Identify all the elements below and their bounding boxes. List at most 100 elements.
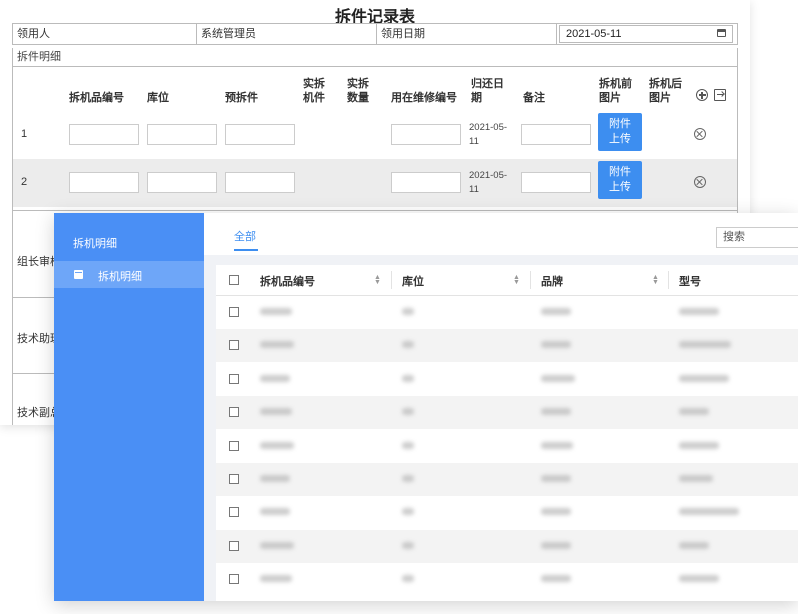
redacted-cell	[402, 308, 414, 315]
redacted-cell	[402, 374, 414, 382]
redacted-cell	[260, 374, 290, 382]
location-input[interactable]	[147, 172, 217, 193]
sidebar-item-disassembly[interactable]: 拆机明细	[54, 261, 204, 288]
date-picker[interactable]: 2021-05-11	[559, 25, 733, 43]
redacted-cell	[541, 508, 571, 516]
redacted-cell	[679, 508, 739, 516]
redacted-cell	[260, 508, 290, 516]
table-row[interactable]	[216, 296, 798, 329]
add-row-icon[interactable]	[696, 89, 708, 101]
redacted-cell	[541, 541, 571, 549]
remark-input[interactable]	[521, 124, 591, 145]
recipient-value[interactable]: 系统管理员	[197, 24, 377, 44]
part-number-input[interactable]	[69, 172, 139, 193]
redacted-cell	[679, 341, 731, 349]
detail-table: 拆机品编号 库位 预拆件 实拆机件 实拆数量 用在维修编号 归还日期 备注 拆机…	[12, 66, 738, 211]
redacted-cell	[402, 475, 414, 482]
row-checkbox[interactable]	[229, 540, 239, 551]
col-header: 拆机前图片	[599, 78, 632, 104]
row-checkbox[interactable]	[229, 407, 239, 418]
recipient-label: 领用人	[13, 24, 197, 44]
redacted-cell	[402, 408, 414, 416]
tab-all[interactable]: 全部	[234, 228, 256, 244]
redacted-cell	[402, 541, 414, 549]
redacted-cell	[260, 541, 294, 549]
sidebar-item-label: 拆机明细	[98, 271, 142, 283]
table-row[interactable]	[216, 430, 798, 463]
data-grid: 拆机品编号 ▲ ▼ 库位 ▲ ▼ 品牌 ▲ ▼ 型号	[216, 265, 798, 601]
redacted-cell	[260, 408, 292, 416]
col-header: 备注	[523, 92, 545, 104]
col-header[interactable]: 型号	[679, 273, 701, 289]
redacted-cell	[402, 508, 414, 516]
sort-icon[interactable]: ▲ ▼	[513, 274, 520, 286]
redacted-cell	[260, 575, 292, 583]
planned-part-input[interactable]	[225, 124, 295, 145]
row-checkbox[interactable]	[229, 507, 239, 518]
col-header: 预拆件	[225, 92, 258, 104]
table-row[interactable]	[216, 329, 798, 363]
planned-part-input[interactable]	[225, 172, 295, 193]
sidebar: 拆机明细 拆机明细	[54, 213, 204, 601]
main-content: 全部 搜索 拆机品编号 ▲ ▼ 库位 ▲ ▼ 品牌 ▲ ▼ 型号	[204, 213, 798, 601]
grid-header: 拆机品编号 ▲ ▼ 库位 ▲ ▼ 品牌 ▲ ▼ 型号	[216, 265, 798, 296]
location-input[interactable]	[147, 124, 217, 145]
table-row[interactable]	[216, 363, 798, 396]
col-header: 拆机后图片	[649, 78, 682, 104]
column-divider	[668, 271, 669, 289]
row-checkbox[interactable]	[229, 307, 239, 317]
redacted-cell	[541, 341, 571, 349]
repair-number-input[interactable]	[391, 172, 461, 193]
upload-button[interactable]: 附件上传	[598, 113, 642, 151]
redacted-cell	[541, 575, 571, 583]
col-header[interactable]: 拆机品编号	[260, 273, 315, 289]
redacted-cell	[541, 374, 575, 382]
column-divider	[530, 271, 531, 289]
sort-icon[interactable]: ▲ ▼	[652, 274, 659, 286]
upload-button[interactable]: 附件上传	[598, 161, 642, 199]
table-row[interactable]	[216, 463, 798, 496]
date-label: 领用日期	[377, 24, 557, 44]
row-index: 2	[21, 176, 28, 188]
table-row[interactable]	[216, 396, 798, 430]
row-checkbox[interactable]	[229, 574, 239, 585]
delete-row-icon[interactable]	[694, 128, 706, 140]
search-input[interactable]: 搜索	[716, 227, 798, 248]
part-number-input[interactable]	[69, 124, 139, 145]
col-header[interactable]: 品牌	[541, 273, 563, 289]
redacted-cell	[679, 441, 719, 449]
delete-row-icon[interactable]	[694, 176, 706, 188]
calendar-icon[interactable]	[717, 29, 726, 37]
redacted-cell	[541, 475, 571, 482]
active-tab-indicator	[234, 249, 258, 251]
tab-bar: 全部 搜索	[204, 213, 798, 255]
sort-icon[interactable]: ▲ ▼	[374, 274, 381, 286]
date-value: 2021-05-11	[566, 28, 622, 40]
col-header[interactable]: 库位	[402, 273, 424, 289]
remark-input[interactable]	[521, 172, 591, 193]
export-icon[interactable]	[714, 89, 726, 101]
table-row[interactable]	[216, 529, 798, 563]
redacted-cell	[679, 408, 709, 416]
row-checkbox[interactable]	[229, 440, 239, 451]
header-info-row: 领用人 系统管理员 领用日期 2021-05-11	[12, 23, 738, 45]
table-row[interactable]	[216, 563, 798, 596]
row-checkbox[interactable]	[229, 340, 239, 351]
select-all-checkbox[interactable]	[229, 275, 239, 285]
row-checkbox[interactable]	[229, 474, 239, 484]
calendar-icon	[74, 270, 83, 279]
table-row[interactable]	[216, 496, 798, 529]
redacted-cell	[260, 341, 294, 349]
col-header: 归还日期	[471, 78, 504, 104]
return-date: 2021-05-11	[469, 122, 508, 147]
row-checkbox[interactable]	[229, 373, 239, 384]
redacted-cell	[679, 308, 719, 315]
section-label: 拆件明细	[12, 48, 738, 66]
col-header: 拆机品编号	[69, 92, 124, 104]
redacted-cell	[541, 308, 571, 315]
sidebar-title: 拆机明细	[73, 238, 117, 250]
repair-number-input[interactable]	[391, 124, 461, 145]
redacted-cell	[402, 441, 414, 449]
return-date: 2021-05-11	[469, 170, 508, 195]
redacted-cell	[679, 541, 709, 549]
